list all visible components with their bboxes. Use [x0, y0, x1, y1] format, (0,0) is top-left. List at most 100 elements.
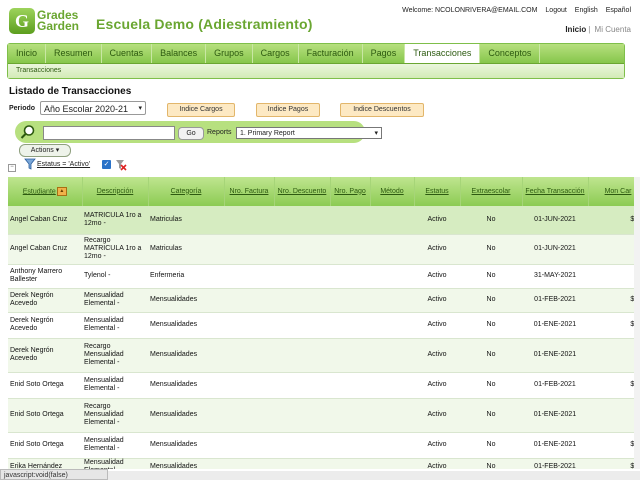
tab-grupos[interactable]: Grupos	[206, 44, 253, 63]
cell-extraescolar: No	[460, 288, 522, 313]
col-categoria[interactable]: Categoría	[148, 177, 225, 206]
cell-estatus: Activo	[414, 264, 460, 289]
tab-inicio[interactable]: Inicio	[8, 44, 47, 63]
periodo-value: Año Escolar 2020-21	[44, 104, 129, 114]
tab-conceptos[interactable]: Conceptos	[480, 44, 541, 63]
table-row[interactable]: Erika HernándezMensualidad Elemental -Me…	[8, 458, 640, 469]
cell-metodo	[370, 458, 414, 469]
cell-nro-descuento	[274, 234, 330, 265]
col-estudiante[interactable]: Estudiante ▲	[8, 177, 83, 206]
logo-line2: Garden	[37, 19, 80, 33]
table-row[interactable]: Enid Soto Ortega Recargo Mensualidad Elem…	[8, 398, 640, 433]
table-row[interactable]: Enid Soto Ortega Mensualidad Elemental -M…	[8, 372, 640, 399]
indice-descuentos-button[interactable]: Indice Descuentos	[340, 103, 424, 117]
go-button[interactable]: Go	[178, 127, 204, 140]
cell-estudiante: Derek Negrón Acevedo	[8, 338, 82, 373]
tab-facturacin[interactable]: Facturación	[299, 44, 363, 63]
tab-balances[interactable]: Balances	[152, 44, 207, 63]
col-estatus[interactable]: Estatus	[414, 177, 461, 206]
cell-estatus: Activo	[414, 372, 460, 399]
actions-button[interactable]: Actions ▾	[19, 144, 71, 157]
sort-asc-icon[interactable]: ▲	[56, 186, 67, 196]
cell-nro-factura	[224, 206, 274, 235]
cell-estatus: Activo	[414, 338, 460, 373]
cell-fecha: 01-FEB-2021	[522, 372, 588, 399]
table-header-row: Estudiante ▲ Descripción Categoría Nro. F…	[8, 177, 640, 206]
english-link[interactable]: English	[575, 7, 598, 14]
search-icon[interactable]	[20, 124, 36, 140]
cell-nro-factura	[224, 398, 274, 433]
tab-resumen[interactable]: Resumen	[46, 44, 102, 63]
col-nro-factura[interactable]: Nro. Factura	[224, 177, 275, 206]
table-row[interactable]: Anthony Marrero Ballester Tylenol - Enferm…	[8, 264, 640, 289]
cell-fecha: 01-FEB-2021	[522, 458, 588, 469]
cell-extraescolar: No	[460, 458, 522, 469]
cell-extraescolar: No	[460, 312, 522, 339]
table-row[interactable]: Derek Negrón Acevedo Mensualidad Elementa…	[8, 288, 640, 313]
espanol-link[interactable]: Español	[606, 7, 631, 14]
cell-monto: $250	[588, 312, 640, 339]
cell-descripcion: Recargo MATRICULA 1ro a 12mo -	[82, 234, 148, 265]
filter-icon	[24, 158, 36, 170]
col-nro-pago[interactable]: Nro. Pago	[330, 177, 371, 206]
mi-cuenta-link[interactable]: Mi Cuenta	[595, 25, 631, 34]
tab-pagos[interactable]: Pagos	[363, 44, 406, 63]
table-row[interactable]: Angel Caban Cruz Recargo MATRICULA 1ro a …	[8, 234, 640, 265]
cell-estudiante: Anthony Marrero Ballester	[8, 264, 82, 289]
search-input[interactable]	[43, 126, 175, 140]
cell-estudiante: Erika Hernández	[8, 458, 82, 469]
cell-fecha: 01-JUN-2021	[522, 206, 588, 235]
cell-metodo	[370, 398, 414, 433]
col-fecha[interactable]: Fecha Transacción	[522, 177, 589, 206]
actions-label: Actions	[30, 147, 54, 154]
subnav-transacciones[interactable]: Transacciones	[8, 64, 624, 78]
cell-descripcion: Mensualidad Elemental -	[82, 432, 148, 459]
cell-nro-pago	[330, 206, 370, 235]
filter-checkbox[interactable]: ✓	[102, 160, 111, 169]
indice-pagos-button[interactable]: Indice Pagos	[256, 103, 320, 117]
col-monto[interactable]: Mon Car	[588, 177, 640, 206]
table-row[interactable]: Derek Negrón Acevedo Mensualidad Elementa…	[8, 312, 640, 339]
inicio-link[interactable]: Inicio	[565, 25, 586, 34]
cell-fecha: 01-ENE-2021	[522, 398, 588, 433]
logout-link[interactable]: Logout	[545, 7, 566, 14]
table-row[interactable]: Enid Soto Ortega Mensualidad Elemental -M…	[8, 432, 640, 459]
tab-transacciones[interactable]: Transacciones	[405, 44, 481, 63]
cell-nro-pago	[330, 458, 370, 469]
logo-g-icon: G	[9, 8, 35, 34]
cell-nro-factura	[224, 338, 274, 373]
indice-cargos-button[interactable]: Indice Cargos	[167, 103, 235, 117]
cell-metodo	[370, 288, 414, 313]
cell-monto: $250	[588, 458, 640, 469]
tab-cuentas[interactable]: Cuentas	[102, 44, 153, 63]
cell-nro-descuento	[274, 338, 330, 373]
cell-categoria: Matriculas	[148, 206, 224, 235]
vertical-scrollbar[interactable]	[634, 177, 640, 469]
cell-extraescolar: No	[460, 338, 522, 373]
tab-cargos[interactable]: Cargos	[253, 44, 299, 63]
col-extraescolar[interactable]: Extraescolar	[460, 177, 523, 206]
col-descripcion[interactable]: Descripción	[82, 177, 149, 206]
cell-nro-factura	[224, 288, 274, 313]
cell-metodo	[370, 234, 414, 265]
table-row[interactable]: Angel Caban Cruz MATRICULA 1ro a 12mo - Ma…	[8, 206, 640, 235]
app-logo[interactable]: G Grades Garden	[9, 8, 79, 34]
chevron-down-icon: ▾	[138, 105, 142, 112]
cell-extraescolar: No	[460, 398, 522, 433]
horizontal-scrollbar[interactable]	[108, 471, 640, 480]
cell-estatus: Activo	[414, 288, 460, 313]
clear-filter-icon[interactable]	[115, 159, 127, 171]
cell-descripcion: Mensualidad Elemental -	[82, 458, 148, 469]
cell-descripcion: Mensualidad Elemental -	[82, 372, 148, 399]
cell-nro-pago	[330, 234, 370, 265]
table-row[interactable]: Derek Negrón Acevedo Recargo Mensualidad …	[8, 338, 640, 373]
periodo-select[interactable]: Año Escolar 2020-21 ▾	[40, 101, 146, 115]
reports-select[interactable]: 1. Primary Report ▾	[236, 127, 382, 139]
col-nro-descuento[interactable]: Nro. Descuento	[274, 177, 331, 206]
cell-nro-pago	[330, 372, 370, 399]
collapse-icon[interactable]: −	[8, 164, 16, 172]
filter-link[interactable]: Estatus = 'Activo'	[37, 161, 90, 168]
col-metodo[interactable]: Método	[370, 177, 415, 206]
cell-nro-pago	[330, 398, 370, 433]
cell-monto: $2	[588, 398, 640, 433]
